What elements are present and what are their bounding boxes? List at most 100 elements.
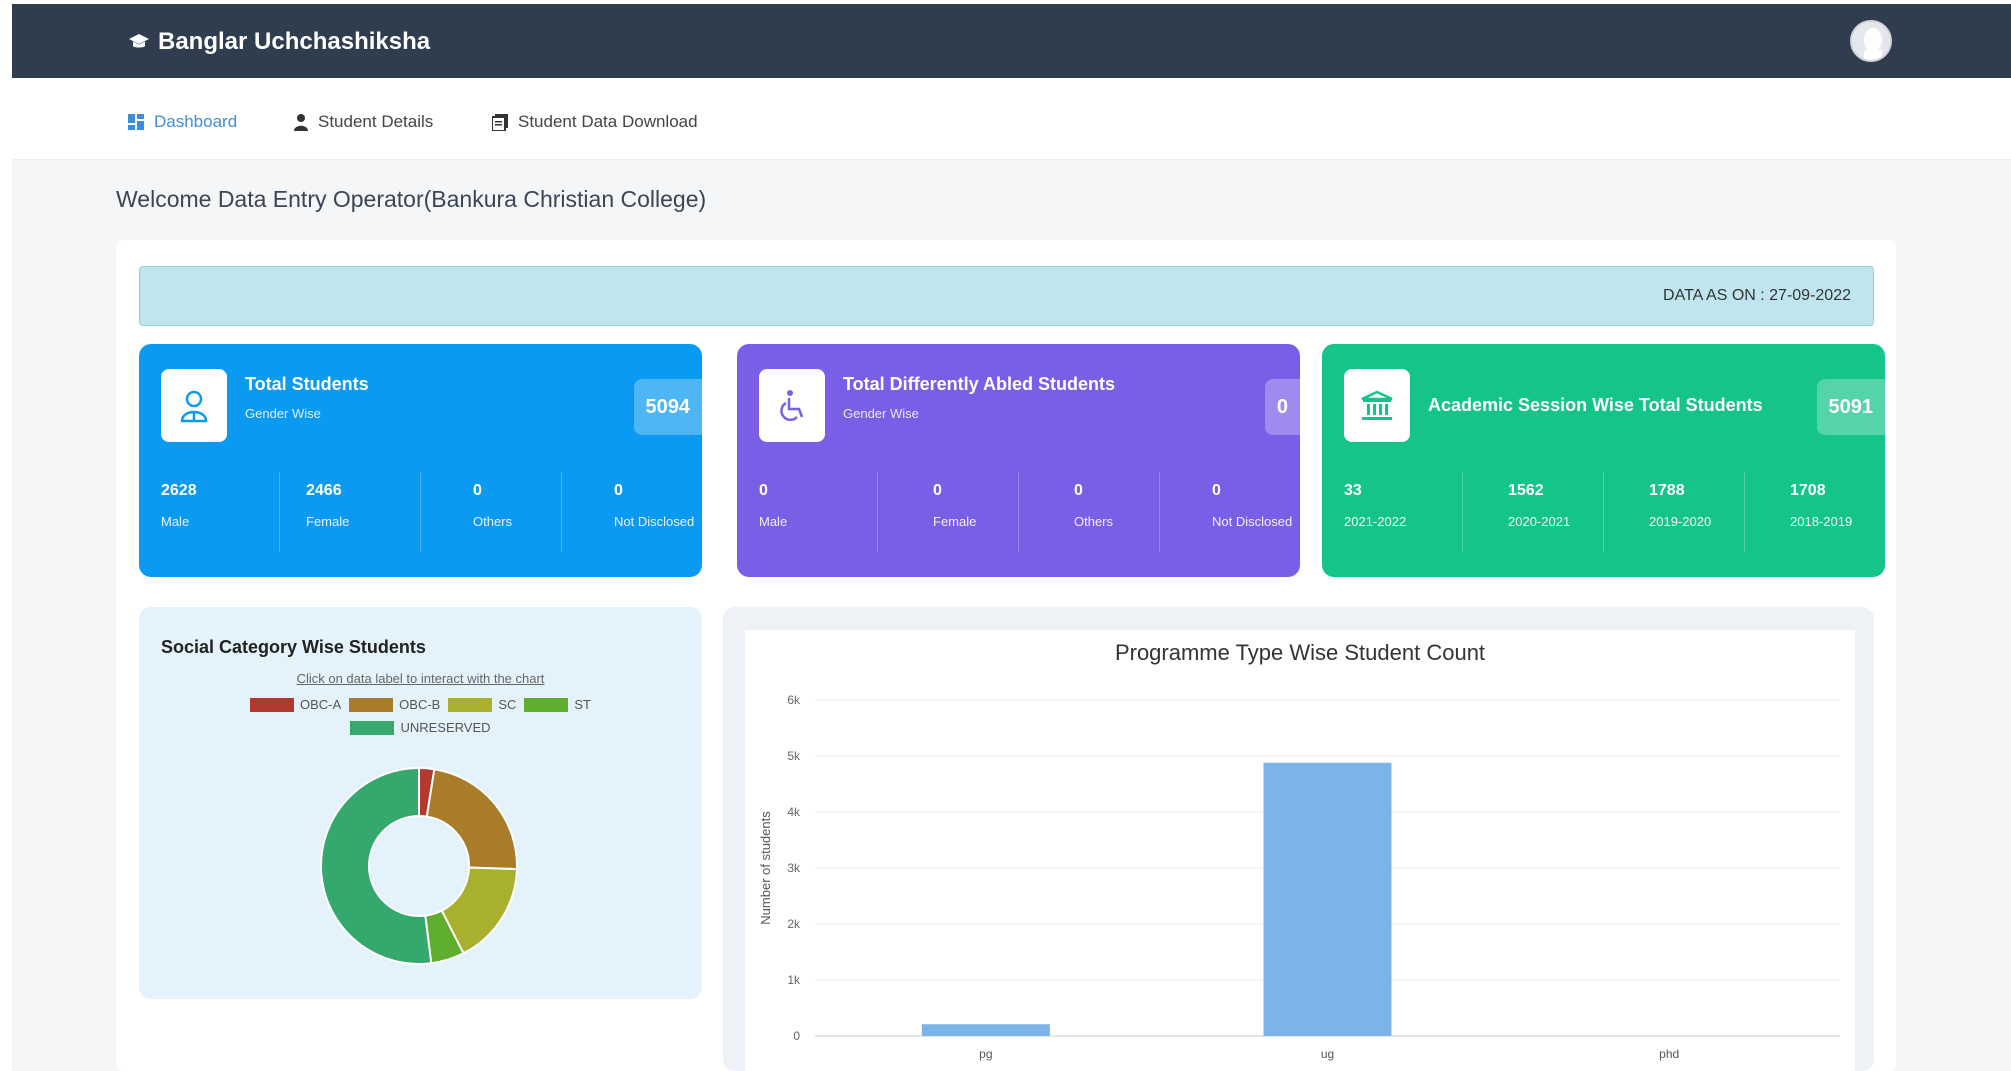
stat-value: 0 [473, 482, 482, 499]
top-bar: Banglar Uchchashiksha [12, 4, 2011, 78]
stat-label: 2021-2022 [1344, 514, 1407, 529]
nav-dashboard-label: Dashboard [154, 112, 238, 131]
legend-label: SC [498, 697, 517, 712]
x-tick-label: ug [1321, 1047, 1334, 1061]
donut-legend: OBC-A OBC-B SC ST UNRESERVED [139, 697, 702, 743]
donut-slice-st[interactable] [424, 909, 465, 965]
card-subtitle: Gender Wise [843, 406, 919, 421]
legend-item-unreserved[interactable]: UNRESERVED [350, 720, 491, 735]
card-academic-session: Academic Session Wise Total Students 509… [1322, 344, 1885, 577]
legend-swatch [448, 697, 493, 712]
social-category-card: Social Category Wise Students Click on d… [139, 607, 702, 999]
nav-student-details-label: Student Details [318, 112, 434, 131]
user-icon [294, 114, 308, 131]
bar-pg[interactable] [921, 1024, 1050, 1036]
bar-chart-title: Programme Type Wise Student Count [1115, 640, 1485, 665]
nav-student-details[interactable]: Student Details [294, 112, 433, 132]
graduation-cap-icon [129, 34, 149, 48]
x-tick-label: pg [979, 1047, 992, 1061]
stat-not-disclosed: 0 Not Disclosed [562, 472, 702, 552]
stat-value: 0 [1212, 482, 1221, 499]
legend-label: ST [574, 697, 592, 712]
card-stats: 0 Male 0 Female 0 Others 0 Not Disclosed [737, 472, 1300, 552]
bar-ug[interactable] [1263, 762, 1392, 1036]
dashboard-icon [128, 114, 144, 130]
stat-label: 2019-2020 [1649, 514, 1712, 529]
legend-item-obc-b[interactable]: OBC-B [349, 697, 440, 712]
stat-value: 1788 [1649, 482, 1685, 499]
brand[interactable]: Banglar Uchchashiksha [128, 28, 430, 56]
legend-label: OBC-A [299, 697, 342, 712]
stat-value: 0 [614, 482, 623, 499]
donut-slice-unreserved[interactable] [320, 766, 433, 965]
bar-chart: Programme Type Wise Student Count 0 1k 2k 3k… [758, 640, 1840, 1061]
stat-label: 2018-2019 [1790, 514, 1853, 529]
stat-session-2021-2022: 33 2021-2022 [1322, 472, 1463, 552]
card-icon-box [161, 369, 227, 442]
legend-item-obc-a[interactable]: OBC-A [249, 697, 342, 712]
donut-slice-sc[interactable] [440, 866, 518, 955]
page: Banglar Uchchashiksha Dashboard Student … [0, 0, 2011, 1071]
card-stats: 2628 Male 2466 Female 0 Others 0 Not Disclos… [139, 472, 702, 552]
legend-swatch [350, 720, 395, 735]
card-title: Total Differently Abled Students [843, 374, 1116, 394]
stat-value: 33 [1344, 482, 1362, 499]
nav-student-data-download-label: Student Data Download [518, 112, 698, 131]
avatar[interactable] [1850, 20, 1892, 62]
legend-swatch [524, 697, 569, 712]
stat-value: 2466 [306, 482, 342, 499]
institution-icon [1361, 390, 1393, 420]
y-tick-label: 6k [787, 693, 801, 707]
card-icon-box [1344, 369, 1410, 442]
stat-value: 2628 [161, 482, 197, 499]
stat-label: Not Disclosed [614, 514, 695, 529]
data-as-on-banner: DATA AS ON : 27-09-2022 [139, 266, 1874, 326]
wheelchair-icon [780, 389, 804, 421]
y-tick-label: 4k [787, 805, 801, 819]
card-stats: 33 2021-2022 1562 2020-2021 1788 2019-2020 … [1322, 472, 1885, 552]
stat-label: Female [306, 514, 350, 529]
stat-label: Male [759, 514, 788, 529]
legend-label: UNRESERVED [400, 720, 491, 735]
nav-student-data-download[interactable]: Student Data Download [492, 112, 698, 132]
stat-label: Others [1074, 514, 1114, 529]
card-differently-abled: Total Differently Abled Students Gender … [737, 344, 1300, 577]
nav-bar: Dashboard Student Details Student Data D… [12, 78, 2011, 160]
x-tick-label: phd [1659, 1047, 1679, 1061]
y-tick-label: 0 [793, 1029, 800, 1043]
y-tick-label: 1k [787, 973, 801, 987]
stat-session-2018-2019: 1708 2018-2019 [1745, 472, 1885, 552]
card-title: Academic Session Wise Total Students [1428, 395, 1763, 415]
y-tick-label: 5k [787, 749, 801, 763]
stat-session-2020-2021: 1562 2020-2021 [1463, 472, 1604, 552]
nav-dashboard[interactable]: Dashboard [128, 112, 237, 132]
chart-interact-hint[interactable]: Click on data label to interact with the… [139, 671, 702, 686]
stat-label: 2020-2021 [1508, 514, 1571, 529]
stat-value: 1708 [1790, 482, 1826, 499]
donut-slice-obc-a[interactable] [418, 766, 436, 818]
legend-swatch [349, 697, 394, 712]
y-tick-label: 2k [787, 917, 801, 931]
card-title: Total Students [245, 374, 369, 394]
card-total-badge: 0 [1264, 379, 1300, 435]
user-avatar-icon [1852, 22, 1890, 60]
programme-chart-area: Programme Type Wise Student Count 0 1k 2k 3k… [745, 630, 1855, 1071]
y-axis-label: Number of students [758, 811, 773, 925]
legend-label: OBC-B [399, 697, 441, 712]
stat-value: 0 [759, 482, 768, 499]
donut-slice-obc-b[interactable] [425, 768, 518, 871]
stat-others: 0 Others [421, 472, 562, 552]
stat-male: 0 Male [737, 472, 878, 552]
document-icon [492, 113, 508, 131]
donut-chart[interactable] [139, 607, 702, 999]
stat-not-disclosed: 0 Not Disclosed [1160, 472, 1300, 552]
stat-female: 0 Female [878, 472, 1019, 552]
card-total-badge: 5094 [633, 379, 702, 435]
card-subtitle: Gender Wise [245, 406, 321, 421]
legend-item-st[interactable]: ST [524, 697, 591, 712]
stat-label: Others [473, 514, 513, 529]
legend-item-sc[interactable]: SC [448, 697, 516, 712]
data-as-on-text: DATA AS ON : 27-09-2022 [1663, 287, 1851, 304]
card-icon-box [759, 369, 825, 442]
stat-value: 1562 [1508, 482, 1544, 499]
